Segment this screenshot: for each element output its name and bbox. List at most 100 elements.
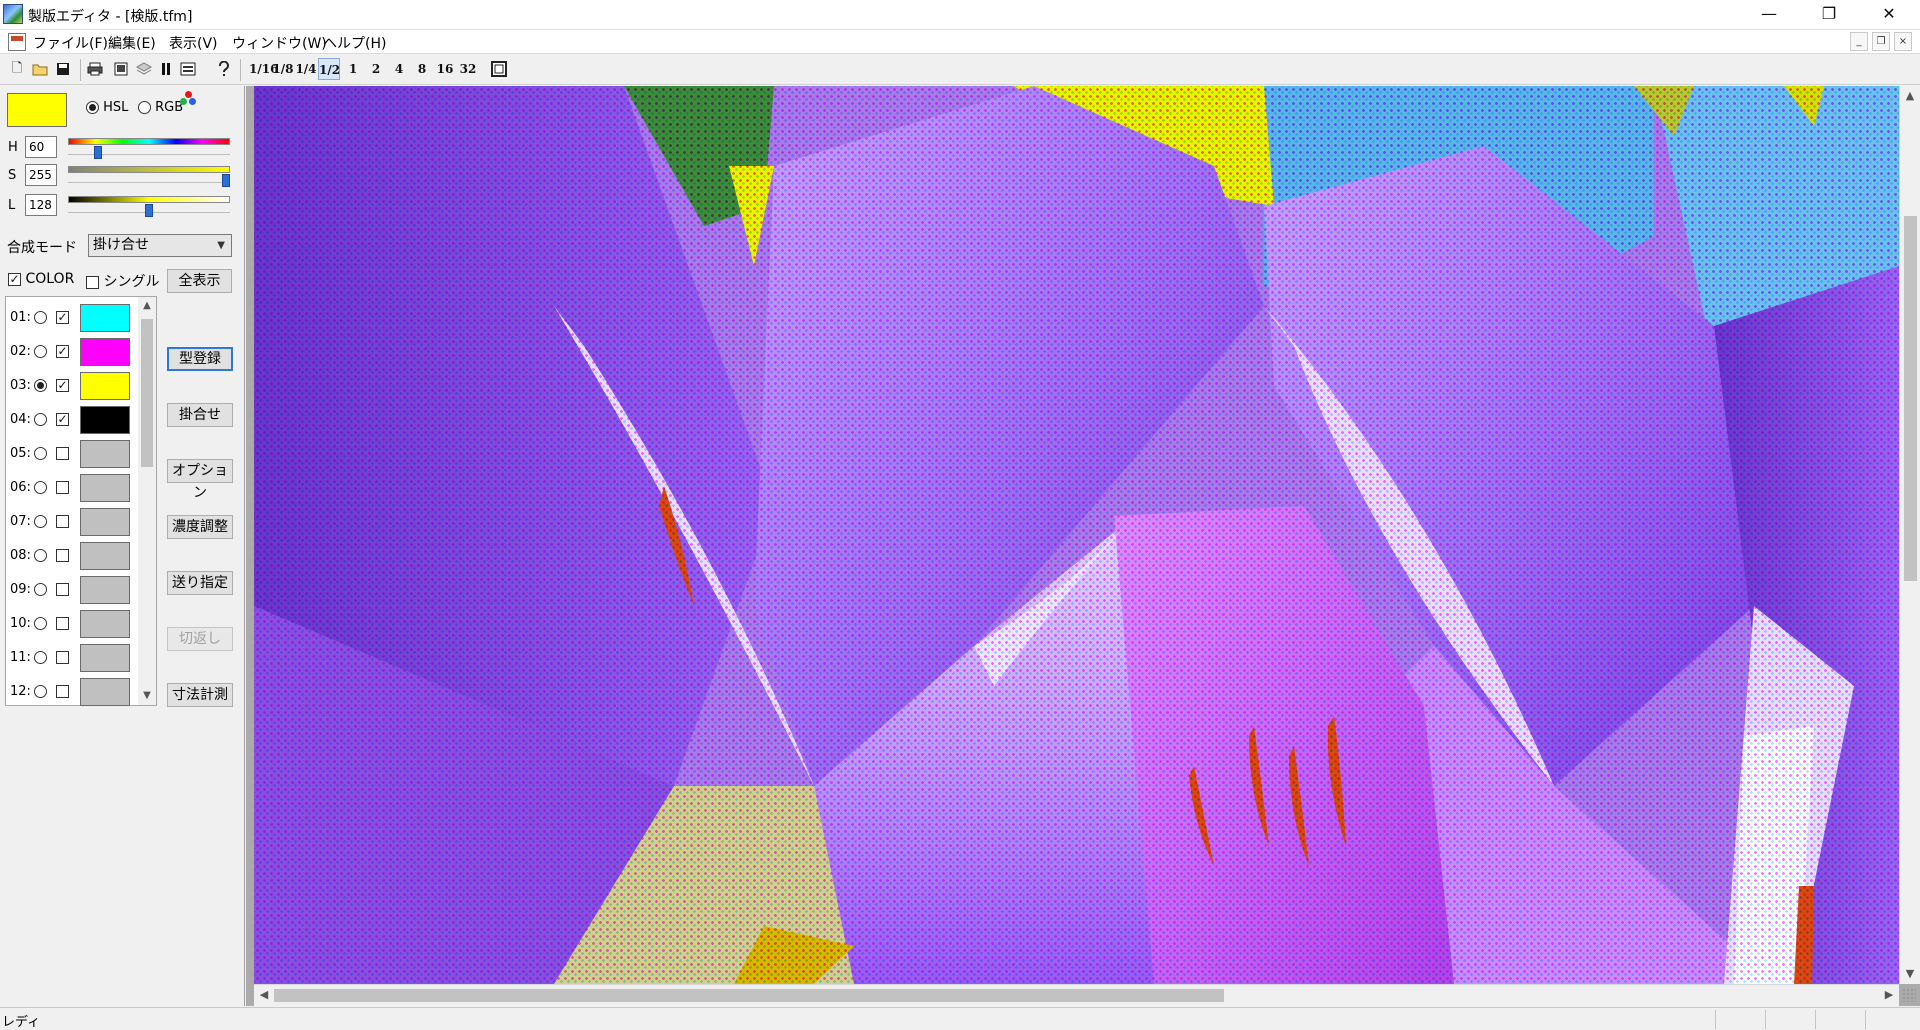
halftone-image-canvas[interactable] (254, 86, 1899, 984)
help-icon[interactable] (213, 58, 235, 80)
lightness-slider-thumb[interactable] (145, 204, 153, 217)
fit-window-icon[interactable] (488, 58, 510, 80)
zoom-2-button[interactable]: 2 (365, 58, 387, 80)
pause-icon[interactable] (155, 58, 177, 80)
hsl-mode-option[interactable]: HSL (86, 100, 128, 115)
layer-visible-checkbox[interactable] (56, 583, 69, 596)
hue-slider-thumb[interactable] (94, 146, 103, 159)
layer-color-swatch[interactable] (80, 304, 130, 332)
hsl-radio[interactable] (86, 101, 99, 114)
color-checkbox[interactable]: ✓ (8, 272, 21, 286)
layer-visible-checkbox[interactable]: ✓ (56, 311, 69, 324)
layer-select-radio[interactable] (34, 515, 47, 528)
scroll-right-icon[interactable]: ▶ (1879, 985, 1899, 1005)
layer-color-swatch[interactable] (80, 610, 130, 638)
layer-row[interactable]: 04: ✓ (6, 403, 140, 437)
rgb-mode-option[interactable]: RGB (138, 100, 183, 115)
layer-color-swatch[interactable] (80, 372, 130, 400)
single-checkbox[interactable] (86, 275, 99, 289)
layer-row[interactable]: 01: ✓ (6, 301, 140, 335)
canvas-vertical-scrollbar[interactable]: ▲ ▼ (1899, 86, 1920, 984)
canvas-hscroll-thumb[interactable] (274, 989, 1224, 1002)
flip-button[interactable]: 切返し (167, 627, 233, 651)
register-type-button[interactable]: 型登録 (167, 347, 233, 371)
app-icon[interactable] (3, 4, 23, 24)
print-icon[interactable] (84, 58, 106, 80)
layer-visible-checkbox[interactable] (56, 549, 69, 562)
layer-select-radio[interactable] (34, 345, 47, 358)
menu-file[interactable]: ファイル(F) (33, 33, 108, 53)
close-button[interactable]: ✕ (1865, 0, 1913, 30)
open-folder-icon[interactable] (29, 58, 51, 80)
layer-list-scrollbar[interactable]: ▲ ▼ (138, 297, 156, 705)
l-value-field[interactable]: 128 (25, 194, 57, 216)
zoom-1-2-button[interactable]: 1/2 (318, 58, 340, 80)
multiply-button[interactable]: 掛合せ (167, 403, 233, 427)
page-icon[interactable] (110, 58, 132, 80)
zoom-32-button[interactable]: 32 (457, 58, 479, 80)
layer-select-radio[interactable] (34, 617, 47, 630)
canvas-vscroll-thumb[interactable] (1904, 216, 1917, 581)
menu-view[interactable]: 表示(V) (169, 33, 218, 53)
layer-color-swatch[interactable] (80, 644, 130, 672)
layer-row[interactable]: 11: (6, 641, 140, 675)
layer-list-scroll-thumb[interactable] (141, 319, 153, 467)
density-adjust-button[interactable]: 濃度調整 (167, 515, 233, 539)
minimize-button[interactable]: — (1745, 0, 1793, 30)
layers-icon[interactable] (133, 58, 155, 80)
layer-visible-checkbox[interactable]: ✓ (56, 379, 69, 392)
layer-visible-checkbox[interactable]: ✓ (56, 345, 69, 358)
layer-color-swatch[interactable] (80, 338, 130, 366)
canvas-horizontal-scrollbar[interactable]: ◀ ▶ (254, 984, 1899, 1006)
layer-select-radio[interactable] (34, 685, 47, 698)
layer-row[interactable]: 07: (6, 505, 140, 539)
layer-row[interactable]: 08: (6, 539, 140, 573)
zoom-1-4-button[interactable]: 1/4 (295, 58, 317, 80)
hue-slider-track[interactable] (68, 138, 230, 145)
layer-color-swatch[interactable] (80, 474, 130, 502)
layer-color-swatch[interactable] (80, 678, 130, 706)
s-value-field[interactable]: 255 (25, 164, 57, 186)
layer-color-swatch[interactable] (80, 406, 130, 434)
layer-visible-checkbox[interactable]: ✓ (56, 413, 69, 426)
saturation-slider-thumb[interactable] (222, 174, 230, 187)
layer-row[interactable]: 05: (6, 437, 140, 471)
layer-row[interactable]: 09: (6, 573, 140, 607)
layer-visible-checkbox[interactable] (56, 651, 69, 664)
layer-row[interactable]: 12: (6, 675, 140, 709)
layer-select-radio[interactable] (34, 413, 47, 426)
scroll-up-icon[interactable]: ▲ (1900, 86, 1920, 106)
options-button[interactable]: オプション (167, 459, 233, 501)
mdi-restore-button[interactable]: ❐ (1872, 32, 1890, 51)
layer-visible-checkbox[interactable] (56, 515, 69, 528)
color-option[interactable]: ✓ COLOR (8, 271, 74, 287)
scroll-down-icon[interactable]: ▼ (1900, 964, 1920, 984)
layer-visible-checkbox[interactable] (56, 685, 69, 698)
layer-visible-checkbox[interactable] (56, 481, 69, 494)
layer-select-radio[interactable] (34, 583, 47, 596)
layer-visible-checkbox[interactable] (56, 617, 69, 630)
mdi-close-button[interactable]: × (1894, 32, 1912, 51)
scroll-down-icon[interactable]: ▼ (138, 687, 156, 705)
layer-select-radio[interactable] (34, 311, 47, 324)
layer-color-swatch[interactable] (80, 508, 130, 536)
layer-row[interactable]: 06: (6, 471, 140, 505)
list-icon[interactable] (177, 58, 199, 80)
mdi-minimize-button[interactable]: _ (1850, 32, 1868, 51)
document-icon[interactable] (8, 33, 26, 51)
layer-visible-checkbox[interactable] (56, 447, 69, 460)
rgb-radio[interactable] (138, 101, 151, 114)
zoom-8-button[interactable]: 8 (411, 58, 433, 80)
menu-edit[interactable]: 編集(E) (108, 33, 156, 53)
layer-select-radio[interactable] (34, 447, 47, 460)
zoom-4-button[interactable]: 4 (388, 58, 410, 80)
composite-mode-select[interactable]: 掛け合せ ▼ (88, 234, 232, 257)
feed-setting-button[interactable]: 送り指定 (167, 571, 233, 595)
layer-select-radio[interactable] (34, 481, 47, 494)
scroll-up-icon[interactable]: ▲ (138, 297, 156, 315)
lightness-slider-track[interactable] (68, 196, 230, 203)
zoom-1-button[interactable]: 1 (342, 58, 364, 80)
layer-color-swatch[interactable] (80, 542, 130, 570)
plate-layer-list[interactable]: ▲ ▼ 01: ✓ 02: ✓ 03: ✓ 04: ✓ 05: 06: 07: 08: 09: 10: 11… (5, 296, 157, 706)
layer-select-radio[interactable] (34, 379, 47, 392)
